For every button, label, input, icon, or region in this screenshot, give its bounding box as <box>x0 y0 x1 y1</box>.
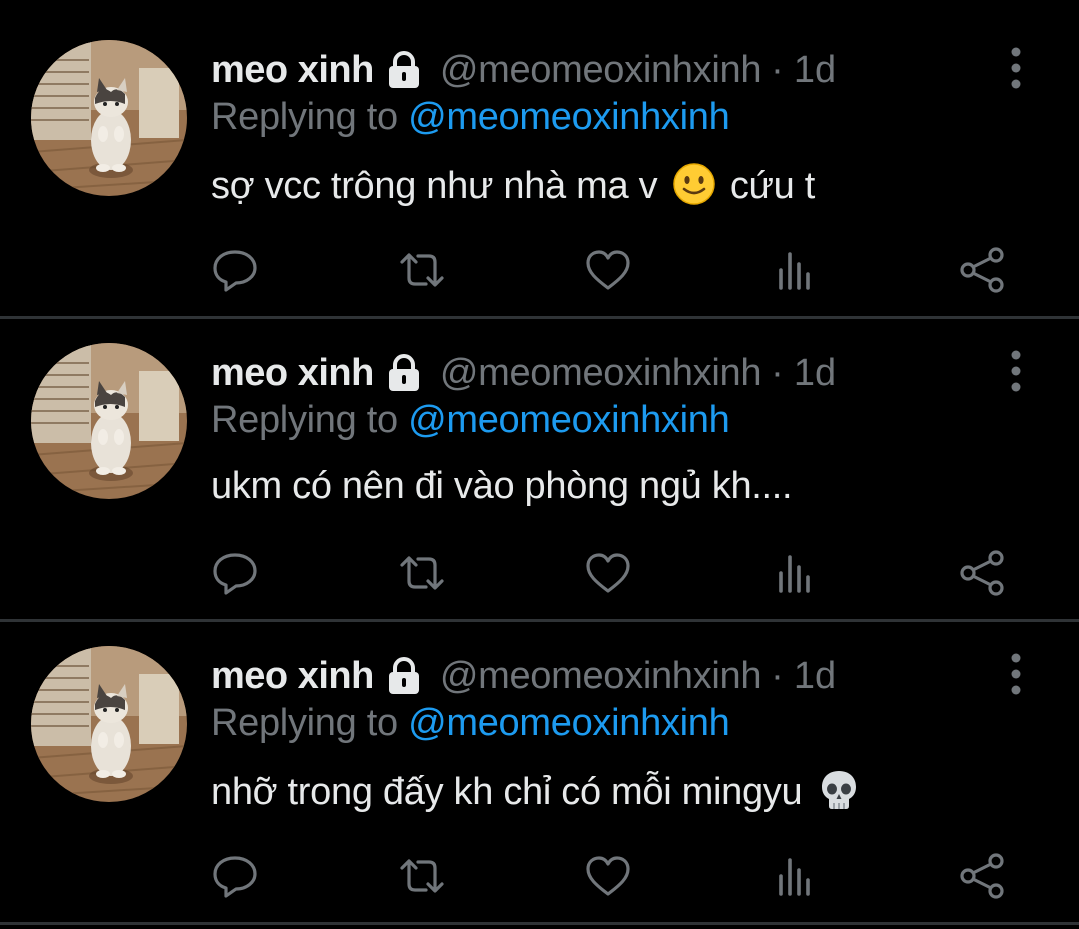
timestamp[interactable]: 1d <box>794 49 836 92</box>
avatar[interactable] <box>31 646 187 802</box>
retweet-icon[interactable] <box>396 547 448 599</box>
tweet-actions <box>0 244 1079 296</box>
avatar[interactable] <box>31 343 187 499</box>
replying-to-line: Replying to @meomeoxinhxinh <box>211 399 730 442</box>
replying-to-line: Replying to @meomeoxinhxinh <box>211 702 730 745</box>
display-name[interactable]: meo xinh <box>211 352 374 395</box>
tweet-actions <box>0 547 1079 599</box>
separator-dot: · <box>771 654 784 697</box>
tweet-header: meo xinh @meomeoxinhxinh · 1d <box>211 347 836 399</box>
like-icon[interactable] <box>582 547 634 599</box>
stats-icon[interactable] <box>769 547 821 599</box>
tweet-divider <box>0 922 1079 925</box>
display-name[interactable]: meo xinh <box>211 655 374 698</box>
stats-icon[interactable] <box>769 244 821 296</box>
tweet-text-part: ukm có nên đi vào phòng ngủ kh.... <box>211 465 793 507</box>
cat-avatar-image <box>31 646 187 802</box>
avatar[interactable] <box>31 40 187 196</box>
reply-to-handle-link[interactable]: @meomeoxinhxinh <box>408 702 730 744</box>
cat-avatar-image <box>31 40 187 196</box>
tweet-header: meo xinh @meomeoxinhxinh · 1d <box>211 650 836 702</box>
reply-icon[interactable] <box>209 244 261 296</box>
replying-to-label: Replying to <box>211 96 398 138</box>
tweet-text: ukm có nên đi vào phòng ngủ kh.... <box>211 465 793 508</box>
display-name[interactable]: meo xinh <box>211 49 374 92</box>
stats-icon[interactable] <box>769 850 821 902</box>
retweet-icon[interactable] <box>396 850 448 902</box>
tweet-text-part: sợ vcc trông như nhà ma v <box>211 165 658 207</box>
reply-to-handle-link[interactable]: @meomeoxinhxinh <box>408 96 730 138</box>
reply-icon[interactable] <box>209 850 261 902</box>
tweet[interactable]: meo xinh @meomeoxinhxinh · 1d Replying t… <box>0 606 1079 909</box>
replying-to-label: Replying to <box>211 399 398 441</box>
user-handle[interactable]: @meomeoxinhxinh <box>440 352 762 395</box>
tweet-actions <box>0 850 1079 902</box>
skull-emoji <box>817 768 861 812</box>
tweet-text: sợ vcc trông như nhà ma v cứu t <box>211 162 815 208</box>
tweet-text-part: nhỡ trong đấy kh chỉ có mỗi mingyu <box>211 771 803 813</box>
share-icon[interactable] <box>956 850 1008 902</box>
tweet[interactable]: meo xinh @meomeoxinhxinh · 1d Replying t… <box>0 0 1079 303</box>
more-options-icon[interactable] <box>1000 347 1032 395</box>
more-options-icon[interactable] <box>1000 44 1032 92</box>
more-options-icon[interactable] <box>1000 650 1032 698</box>
separator-dot: · <box>771 351 784 394</box>
reply-to-handle-link[interactable]: @meomeoxinhxinh <box>408 399 730 441</box>
reply-icon[interactable] <box>209 547 261 599</box>
tweet-header: meo xinh @meomeoxinhxinh · 1d <box>211 44 836 96</box>
timestamp[interactable]: 1d <box>794 352 836 395</box>
tweet-text-part: cứu t <box>729 165 816 207</box>
tweet-text: nhỡ trong đấy kh chỉ có mỗi mingyu <box>211 768 865 814</box>
lock-icon <box>382 351 426 395</box>
timestamp[interactable]: 1d <box>794 655 836 698</box>
user-handle[interactable]: @meomeoxinhxinh <box>440 655 762 698</box>
share-icon[interactable] <box>956 547 1008 599</box>
lock-icon <box>382 48 426 92</box>
slightly-smiling-face-emoji <box>672 162 716 206</box>
lock-icon <box>382 654 426 698</box>
tweet[interactable]: meo xinh @meomeoxinhxinh · 1d Replying t… <box>0 303 1079 606</box>
share-icon[interactable] <box>956 244 1008 296</box>
like-icon[interactable] <box>582 244 634 296</box>
like-icon[interactable] <box>582 850 634 902</box>
replying-to-line: Replying to @meomeoxinhxinh <box>211 96 730 139</box>
cat-avatar-image <box>31 343 187 499</box>
user-handle[interactable]: @meomeoxinhxinh <box>440 49 762 92</box>
replying-to-label: Replying to <box>211 702 398 744</box>
retweet-icon[interactable] <box>396 244 448 296</box>
separator-dot: · <box>771 48 784 91</box>
